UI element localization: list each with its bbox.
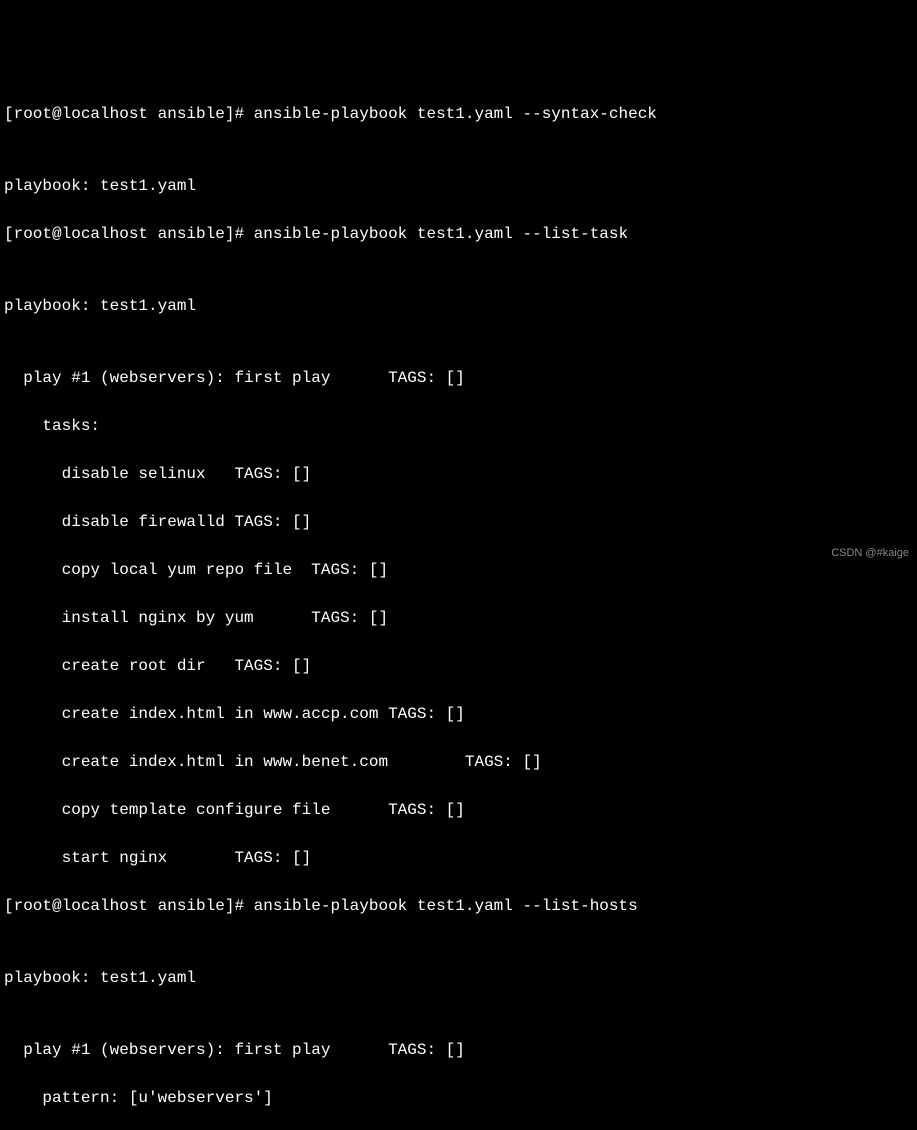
terminal-line-playbook-header: playbook: test1.yaml <box>4 174 913 198</box>
terminal-line-prompt-list-hosts: [root@localhost ansible]# ansible-playbo… <box>4 894 913 918</box>
terminal-line-play-header: play #1 (webservers): first play TAGS: [… <box>4 1038 913 1062</box>
terminal-line-play-header: play #1 (webservers): first play TAGS: [… <box>4 366 913 390</box>
terminal-line-tasks-label: tasks: <box>4 414 913 438</box>
terminal-line-task-start-nginx: start nginx TAGS: [] <box>4 846 913 870</box>
terminal-line-task-install-nginx: install nginx by yum TAGS: [] <box>4 606 913 630</box>
terminal-line-task-create-index-accp: create index.html in www.accp.com TAGS: … <box>4 702 913 726</box>
terminal-line-playbook-header: playbook: test1.yaml <box>4 966 913 990</box>
terminal-line-prompt-syntax-check: [root@localhost ansible]# ansible-playbo… <box>4 102 913 126</box>
terminal-line-task-disable-firewalld: disable firewalld TAGS: [] <box>4 510 913 534</box>
terminal-line-task-create-index-benet: create index.html in www.benet.com TAGS:… <box>4 750 913 774</box>
terminal-line-playbook-header: playbook: test1.yaml <box>4 294 913 318</box>
terminal-line-prompt-list-task: [root@localhost ansible]# ansible-playbo… <box>4 222 913 246</box>
watermark-text: CSDN @#kaige <box>831 545 909 562</box>
terminal-line-task-disable-selinux: disable selinux TAGS: [] <box>4 462 913 486</box>
terminal-line-task-copy-template: copy template configure file TAGS: [] <box>4 798 913 822</box>
terminal-line-task-copy-yum-repo: copy local yum repo file TAGS: [] <box>4 558 913 582</box>
terminal-line-pattern: pattern: [u'webservers'] <box>4 1086 913 1110</box>
terminal-line-task-create-root-dir: create root dir TAGS: [] <box>4 654 913 678</box>
